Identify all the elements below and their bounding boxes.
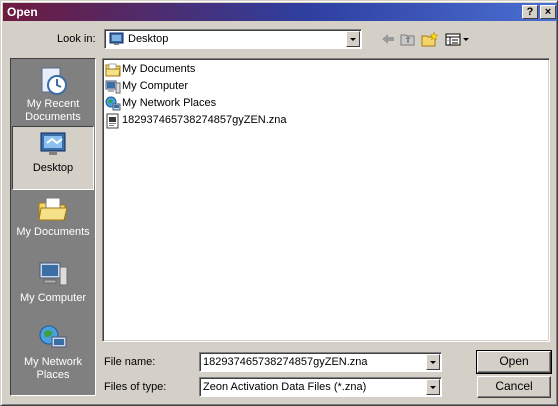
close-button[interactable]: × xyxy=(540,5,556,19)
look-in-dropdown[interactable]: Desktop xyxy=(104,29,362,49)
view-menu-icon[interactable] xyxy=(444,31,470,47)
file-icon xyxy=(106,113,119,129)
place-recent-documents[interactable]: My Recent Documents xyxy=(12,63,94,127)
place-label: My Recent Documents xyxy=(25,98,81,123)
cancel-button[interactable]: Cancel xyxy=(477,376,551,398)
title-bar[interactable]: Open ? × xyxy=(3,3,557,21)
desktop-icon xyxy=(109,32,124,49)
recent-documents-icon xyxy=(12,65,94,97)
place-my-computer[interactable]: My Computer xyxy=(12,257,94,321)
back-arrow-icon[interactable] xyxy=(379,31,397,47)
file-name-field[interactable]: 182937465738274857gyZEN.zna xyxy=(199,352,442,372)
file-name: My Network Places xyxy=(122,97,217,109)
file-name: 182937465738274857gyZEN.zna xyxy=(122,114,287,126)
look-in-value: Desktop xyxy=(128,33,169,45)
up-folder-icon[interactable] xyxy=(399,31,417,47)
my-documents-icon xyxy=(12,193,94,225)
my-computer-icon xyxy=(12,259,94,291)
folder-icon xyxy=(105,63,121,77)
desktop-icon xyxy=(13,129,93,161)
computer-icon xyxy=(105,80,121,94)
place-label: Desktop xyxy=(32,162,74,174)
files-of-type-label: Files of type: xyxy=(104,381,167,393)
files-of-type-dropdown[interactable]: Zeon Activation Data Files (*.zna) xyxy=(199,377,442,397)
place-label: My Network Places xyxy=(23,356,83,381)
place-label: My Documents xyxy=(16,226,90,238)
file-name: My Documents xyxy=(122,63,196,75)
network-icon xyxy=(105,96,121,111)
place-label: My Computer xyxy=(19,292,87,304)
file-name-dropdown-arrow[interactable] xyxy=(426,354,440,370)
new-folder-icon[interactable] xyxy=(421,31,439,47)
open-button[interactable]: Open xyxy=(476,350,552,374)
look-in-dropdown-arrow[interactable] xyxy=(346,31,360,47)
places-bar: My Recent Documents Desktop My Documents… xyxy=(10,58,96,396)
file-list[interactable]: My Documents My Computer My Network Plac… xyxy=(102,58,550,342)
window-title: Open xyxy=(7,5,38,19)
look-in-label: Look in: xyxy=(57,33,96,45)
files-of-type-dropdown-arrow[interactable] xyxy=(426,379,440,395)
network-places-icon xyxy=(12,323,94,355)
files-of-type-value: Zeon Activation Data Files (*.zna) xyxy=(203,381,367,393)
help-button[interactable]: ? xyxy=(522,5,538,19)
open-dialog: Open ? × Look in: Desktop My Recent Docu… xyxy=(0,0,558,406)
place-my-documents[interactable]: My Documents xyxy=(12,191,94,255)
file-name-value: 182937465738274857gyZEN.zna xyxy=(203,356,368,368)
place-desktop[interactable]: Desktop xyxy=(12,126,94,190)
file-name-label: File name: xyxy=(104,356,156,368)
place-network-places[interactable]: My Network Places xyxy=(12,321,94,385)
file-name: My Computer xyxy=(122,80,189,92)
